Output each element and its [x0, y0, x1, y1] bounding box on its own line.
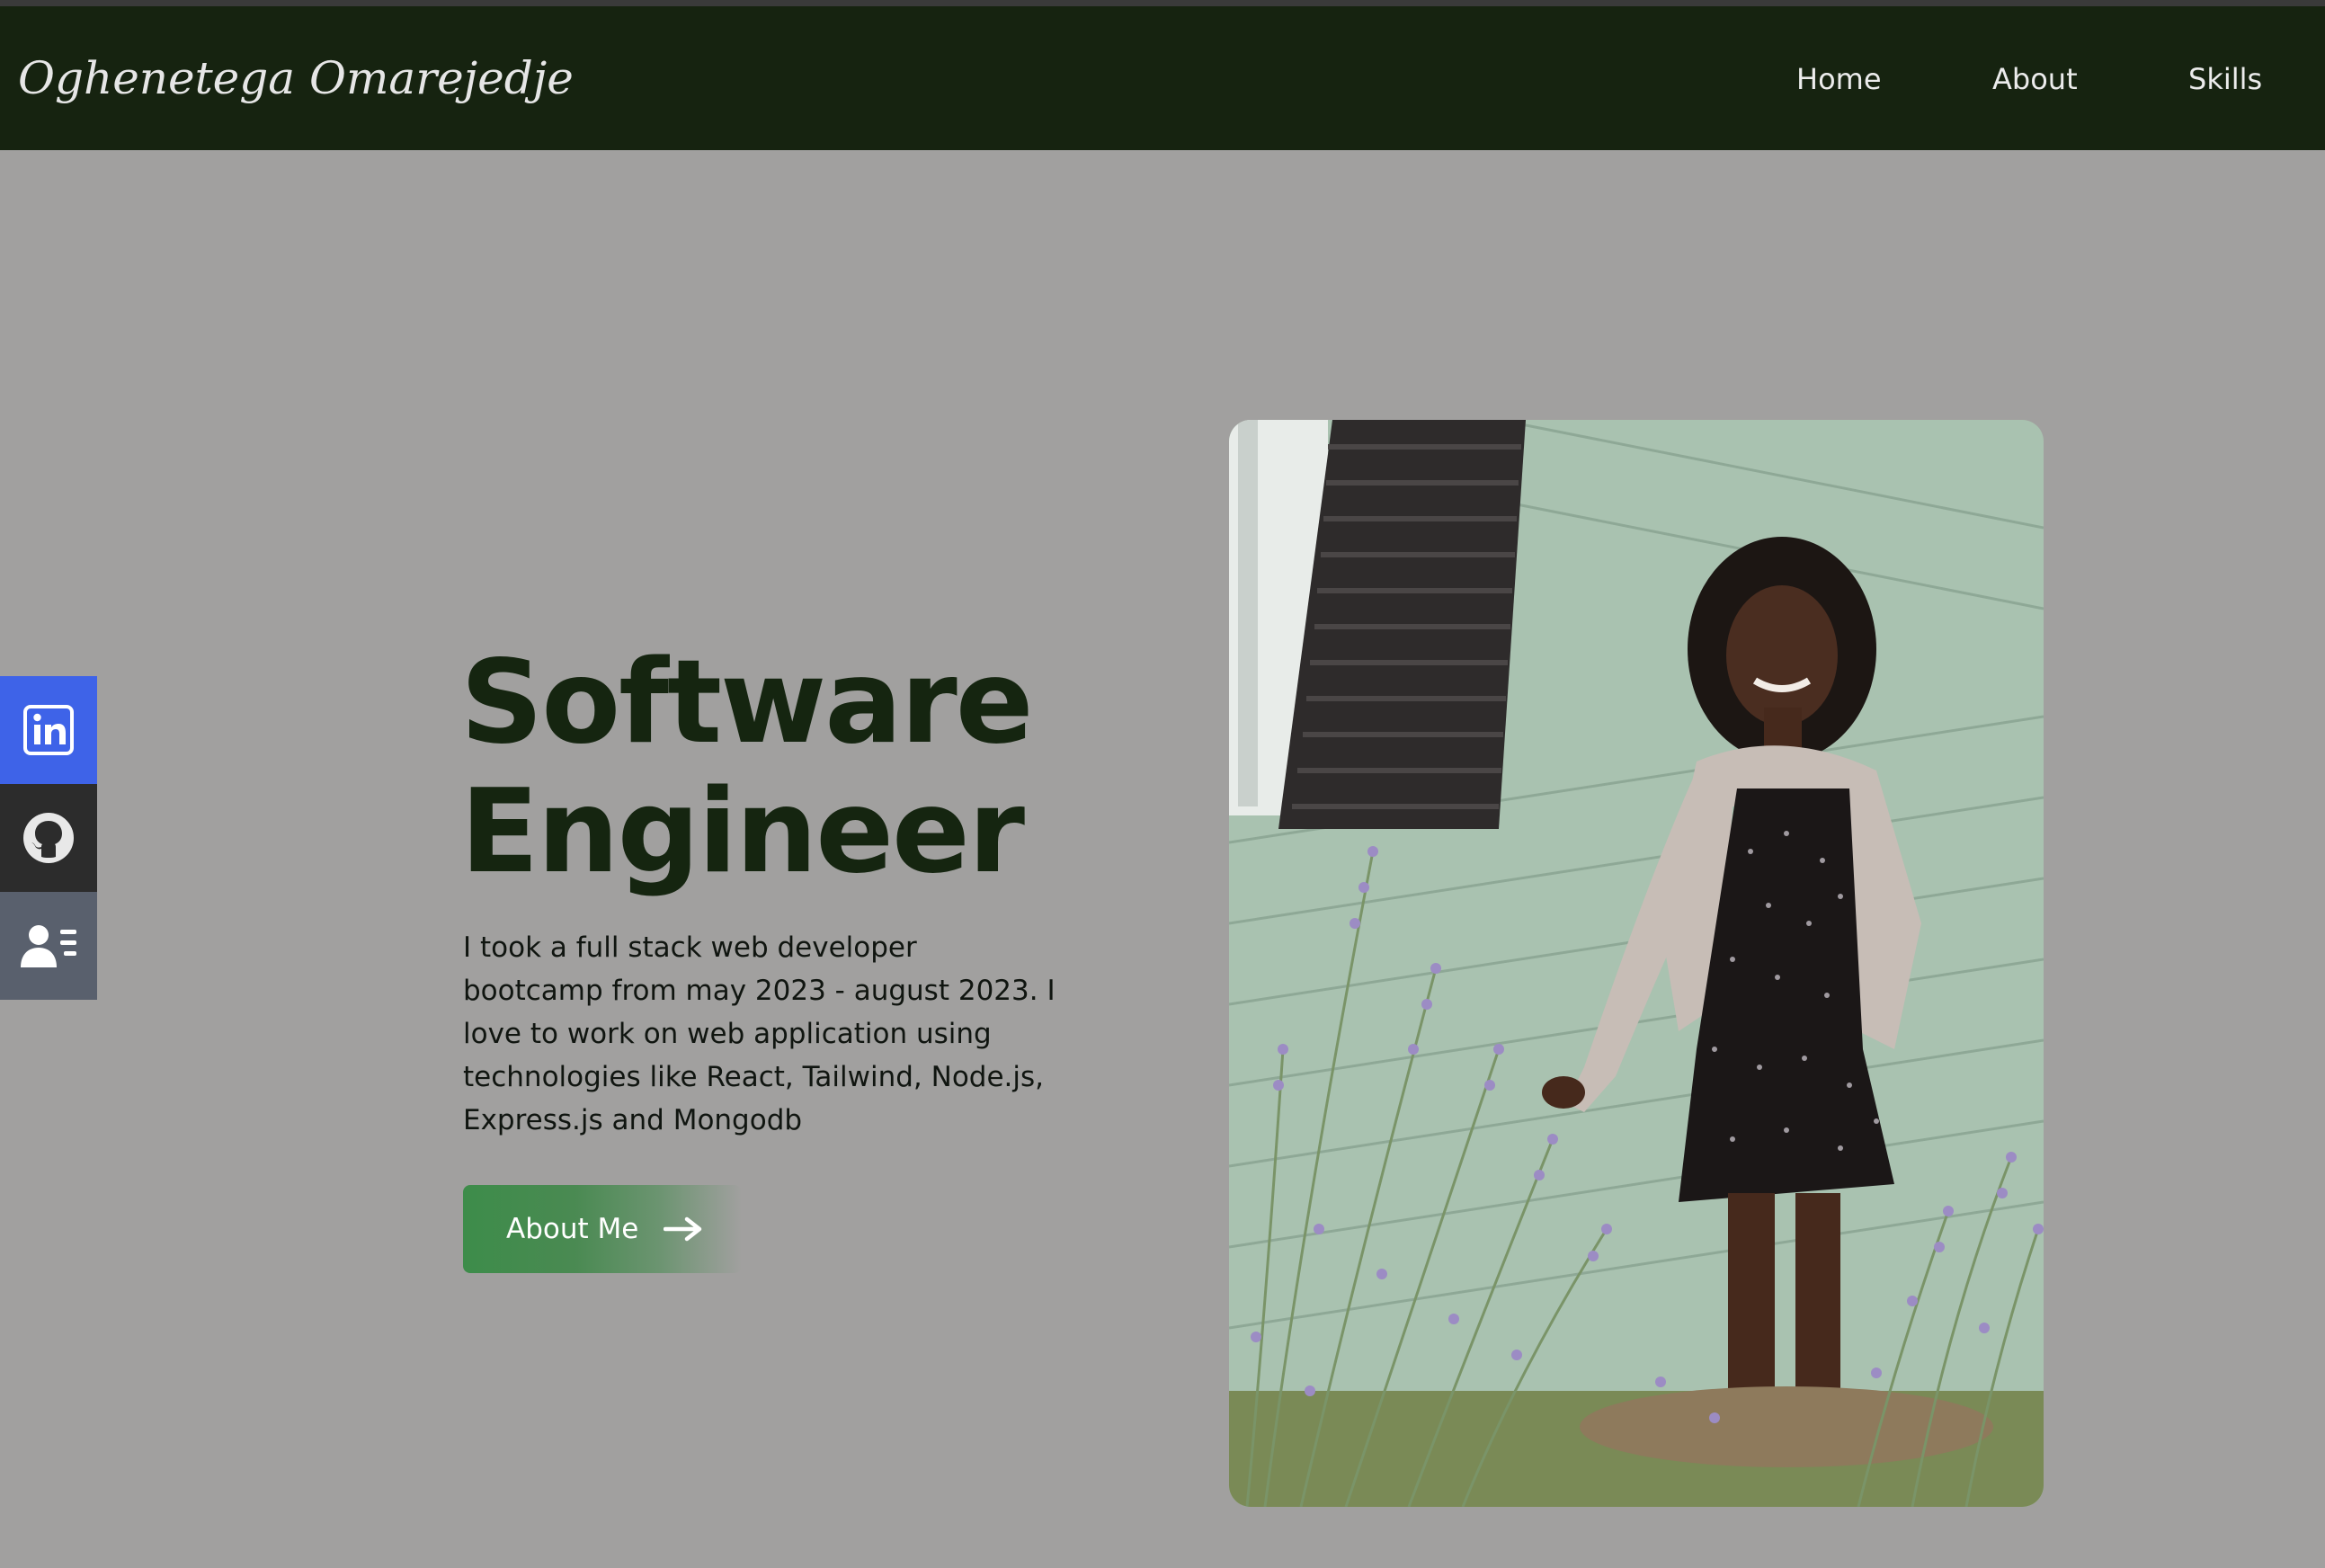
linkedin-icon: [23, 705, 74, 755]
hero-title: Software Engineer: [460, 636, 1034, 899]
resume-icon: [21, 925, 76, 967]
hero-title-line1: Software: [460, 636, 1034, 770]
brand-name[interactable]: Oghenetega Omarejedje: [18, 51, 574, 105]
navbar: Oghenetega Omarejedje Home About Skills: [0, 6, 2325, 150]
about-me-button-label: About Me: [506, 1213, 639, 1245]
linkedin-link[interactable]: [0, 676, 97, 784]
nav-home-link[interactable]: Home: [1796, 61, 1882, 97]
nav-about-link[interactable]: About: [1992, 61, 2078, 97]
hero-description: I took a full stack web developer bootca…: [463, 931, 1056, 1136]
github-link[interactable]: [0, 784, 97, 892]
arrow-right-icon: [664, 1216, 702, 1242]
about-me-button[interactable]: About Me: [463, 1185, 742, 1273]
profile-photo: [1229, 420, 2044, 1507]
hero-title-line2: Engineer: [460, 765, 1025, 899]
browser-top-edge: [0, 0, 2325, 6]
resume-link[interactable]: [0, 892, 97, 1000]
github-icon: [23, 813, 74, 863]
nav-skills-link[interactable]: Skills: [2188, 61, 2262, 97]
